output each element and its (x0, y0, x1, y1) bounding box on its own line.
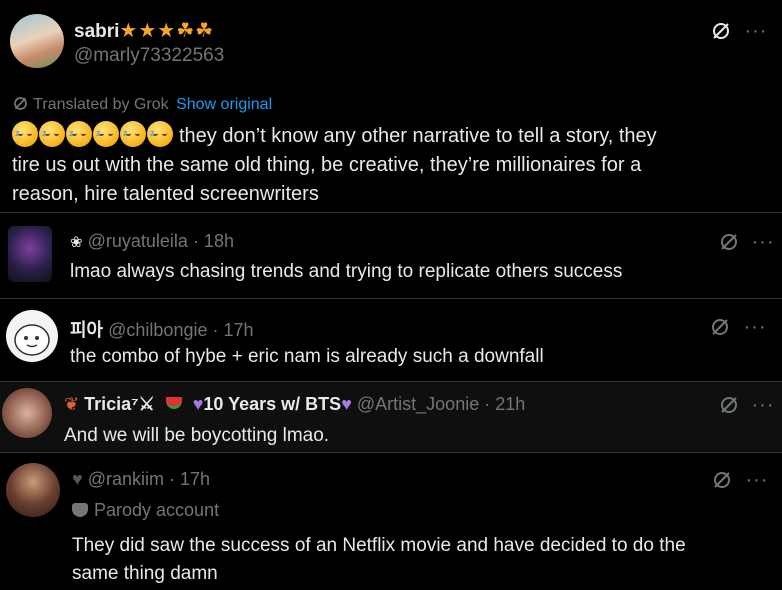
more-icon[interactable]: ··· (746, 469, 768, 491)
parody-label: Parody account (94, 500, 220, 520)
handle[interactable]: @Artist_Joonie (357, 394, 479, 414)
black-heart-icon: ♥ (72, 469, 83, 489)
grok-translate-icon[interactable] (718, 394, 740, 416)
feather-icon: ❦ (64, 394, 80, 414)
display-name[interactable]: Tricia⁷⚔ (84, 394, 155, 414)
handle[interactable]: @marly73322563 (74, 45, 224, 67)
slashed-circle-icon (12, 95, 29, 117)
more-icon[interactable]: ··· (744, 316, 766, 338)
sleeping-emoji-icon: z (93, 121, 119, 147)
avatar[interactable] (8, 226, 52, 282)
mask-icon (72, 503, 88, 517)
avatar[interactable] (10, 14, 64, 68)
sleeping-emoji-icon: z (120, 121, 146, 147)
reply-text: lmao always chasing trends and trying to… (70, 261, 623, 282)
reply-text-line-2: same thing damn (72, 563, 218, 584)
reply-text-line-1: They did saw the success of an Netflix m… (72, 535, 686, 556)
display-name[interactable]: sabri (74, 21, 119, 42)
sleeping-emoji-icon: z (39, 121, 65, 147)
reply-author-line: ♥ @rankiim · 17h (72, 469, 210, 490)
sleeping-emoji-icon: z (12, 121, 38, 147)
badge-emojis: ★★★☘☘ (119, 20, 215, 42)
divider (0, 452, 782, 453)
reply-text: the combo of hybe + eric nam is already … (70, 346, 544, 367)
more-icon[interactable]: ··· (752, 394, 774, 416)
reply-text: They did saw the success of an Netflix m… (72, 532, 686, 588)
purple-heart-icon: ♥ (341, 394, 352, 414)
timestamp[interactable]: · 18h (193, 231, 234, 251)
display-name-extra[interactable]: 10 Years w/ BTS (203, 394, 341, 414)
purple-heart-icon: ♥ (192, 394, 204, 414)
avatar[interactable] (6, 310, 58, 362)
timestamp[interactable]: · 17h (169, 469, 210, 489)
avatar[interactable] (6, 463, 60, 517)
post-text-line-2: tire us out with the same old thing, be … (12, 154, 642, 176)
sleeping-emoji-icon: z (147, 121, 173, 147)
reply-author-line: 피아 @chilbongie · 17h (70, 316, 254, 342)
avatar[interactable] (2, 388, 52, 438)
timestamp[interactable]: · 17h (213, 320, 254, 340)
flower-icon: ❀ (70, 234, 83, 251)
post-text: z z z z z z they don’t know any other narrativ… (12, 121, 777, 209)
grok-translate-icon[interactable] (718, 231, 740, 253)
sleeping-emoji-icon: z (66, 121, 92, 147)
divider (0, 212, 782, 213)
reply-author-line: ❀ @ruyatuleila · 18h (70, 231, 234, 252)
handle[interactable]: @ruyatuleila (88, 231, 188, 251)
parody-row: Parody account (72, 500, 219, 521)
display-name[interactable]: 피아 (70, 320, 103, 340)
reply-text: And we will be boycotting lmao. (64, 425, 330, 446)
grok-translate-icon[interactable] (709, 316, 731, 338)
grok-translate-icon[interactable] (711, 469, 733, 491)
more-icon[interactable]: ··· (752, 231, 774, 253)
timestamp[interactable]: · 21h (484, 394, 525, 414)
post-text-line-1: z z z z z z they don’t know any other narrativ… (12, 121, 777, 151)
show-original-link[interactable]: Show original (176, 96, 272, 113)
grok-translate-icon[interactable] (710, 20, 732, 42)
post-text-line-3: reason, hire talented screenwriters (12, 183, 319, 205)
handle[interactable]: @rankiim (88, 469, 164, 489)
reply-author-line: ❦ Tricia⁷⚔ ♥10 Years w/ BTS♥ @Artist_Joo… (64, 394, 525, 415)
divider (0, 298, 782, 299)
translated-label: Translated by Grok (33, 96, 169, 113)
handle[interactable]: @chilbongie (108, 320, 207, 340)
more-icon[interactable]: ··· (745, 20, 767, 42)
translated-row: Translated by Grok Show original (12, 95, 272, 117)
watermelon-icon (165, 397, 182, 409)
author-line: sabri★★★☘☘ (74, 18, 214, 43)
